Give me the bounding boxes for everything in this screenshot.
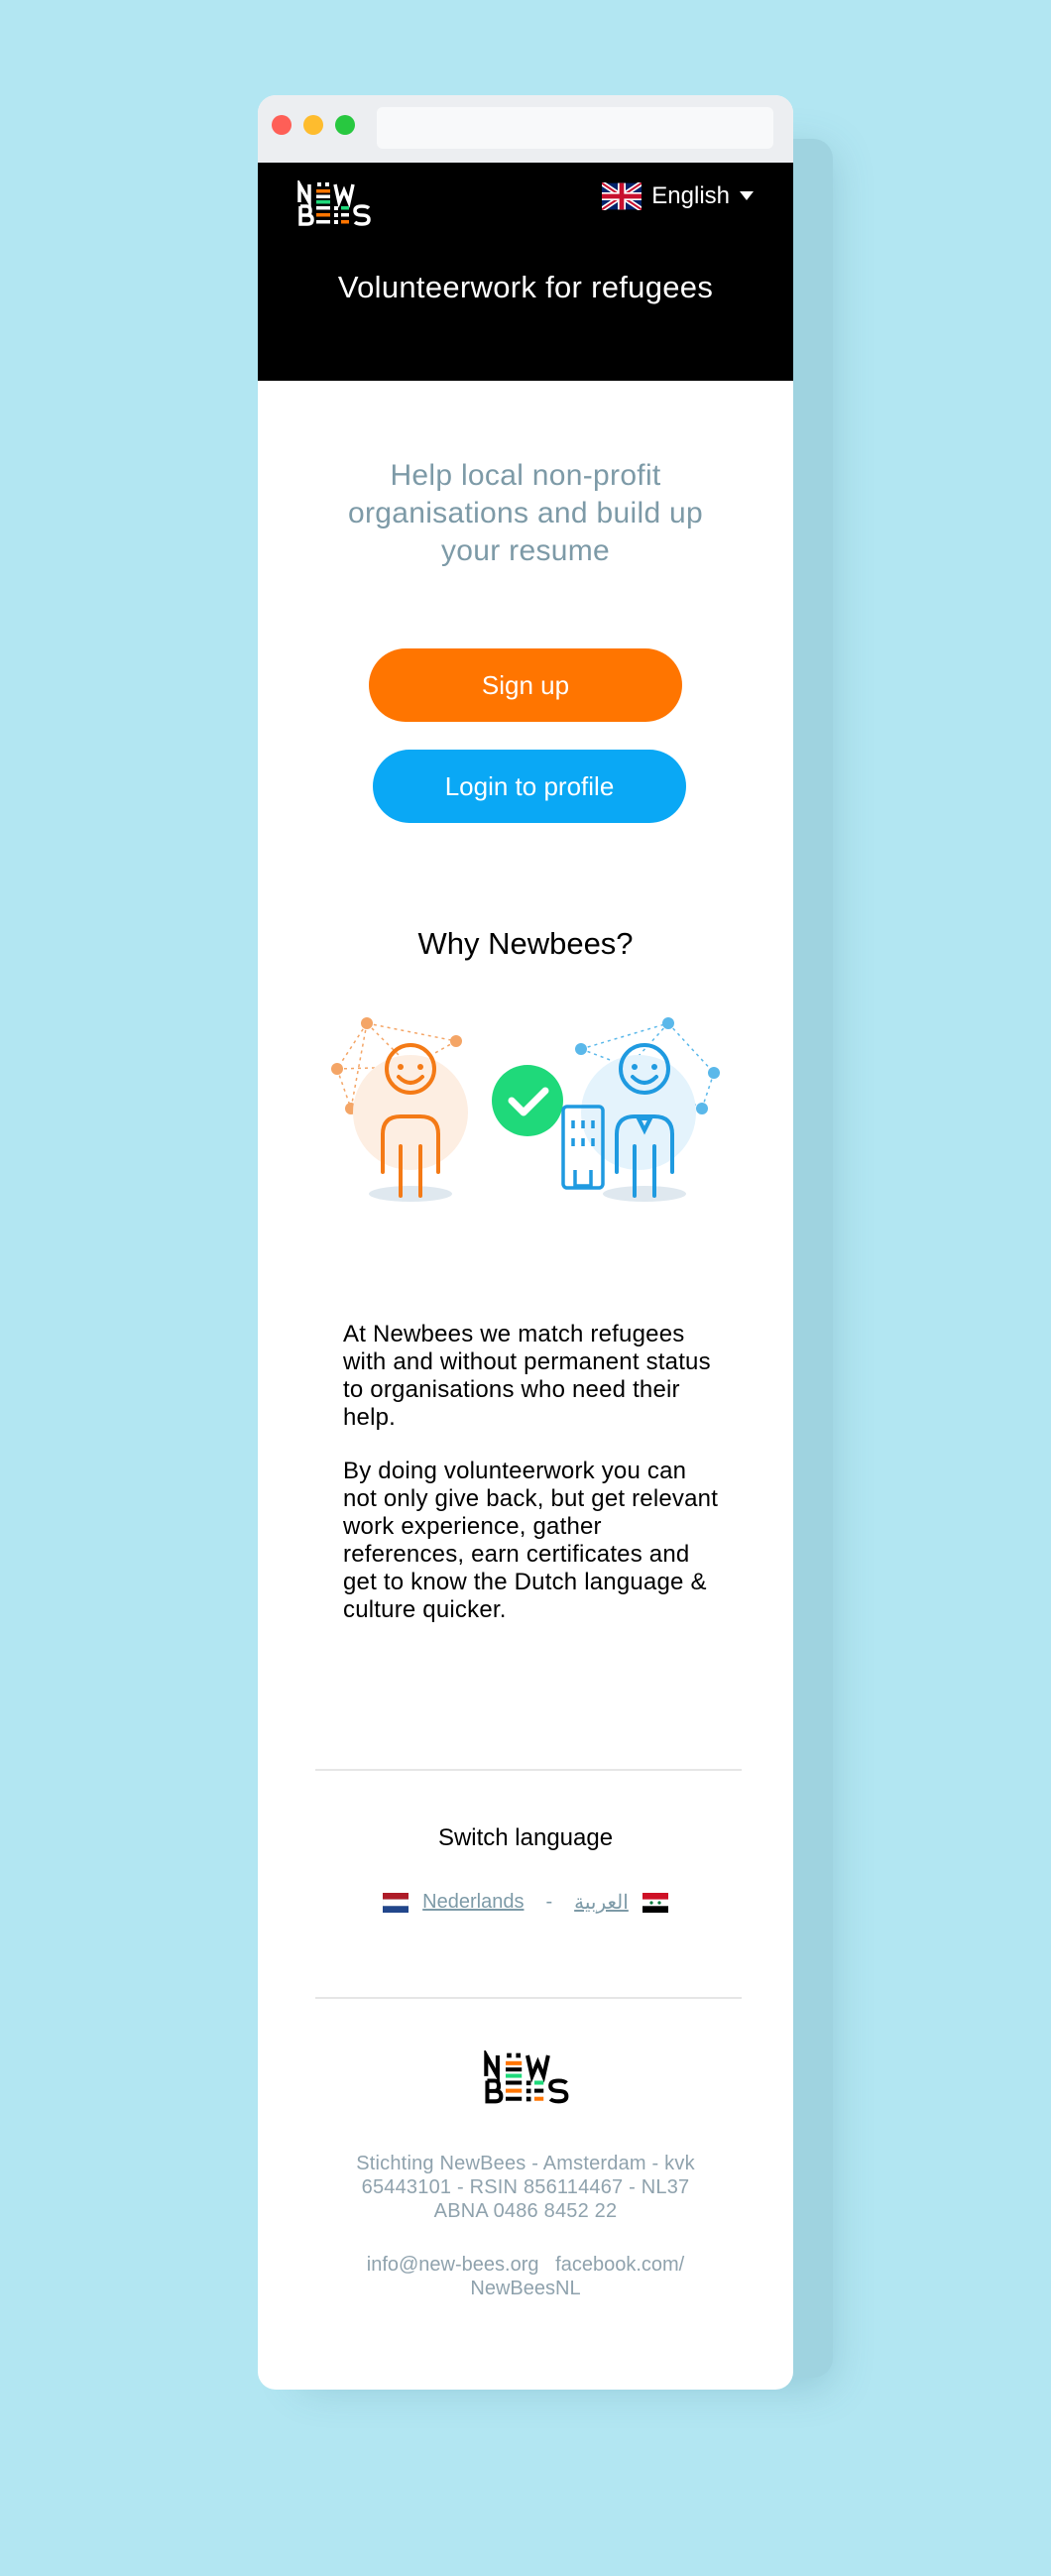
address-bar[interactable] xyxy=(377,107,773,149)
browser-window: English Volunteerwork for refugees Help … xyxy=(258,95,793,2390)
why-heading: Why Newbees? xyxy=(417,926,634,961)
hero-tagline: Help local non-profit organisations and … xyxy=(347,459,704,567)
site-header: English Volunteerwork for refugees xyxy=(258,163,793,381)
language-links: Nederlands - العربية xyxy=(258,1890,793,1915)
language-label: English xyxy=(651,182,730,209)
switch-language-heading: Switch language xyxy=(437,1824,614,1851)
uk-flag-icon xyxy=(602,182,642,210)
divider xyxy=(315,1769,742,1771)
lang-label-arabic: العربية xyxy=(574,1892,629,1914)
about-paragraph-2: By doing volunteerwork you can not only … xyxy=(343,1458,719,1623)
match-circle xyxy=(492,1065,563,1136)
close-window-button[interactable] xyxy=(272,115,292,135)
matching-illustration xyxy=(331,1017,720,1202)
minimize-window-button[interactable] xyxy=(303,115,323,135)
lang-separator: - xyxy=(545,1891,553,1913)
netherlands-flag-icon xyxy=(383,1892,409,1913)
lang-link-dutch[interactable]: Nederlands xyxy=(383,1891,524,1914)
footer-contact: info@new-bees.org facebook.com/ NewBeesN… xyxy=(337,2253,714,2300)
page-title: Volunteerwork for refugees xyxy=(337,270,714,304)
lang-label-dutch: Nederlands xyxy=(422,1891,525,1913)
divider xyxy=(315,1997,742,1999)
language-selector[interactable]: English xyxy=(602,182,754,210)
footer-company-info: Stichting NewBees - Amsterdam - kvk 6544… xyxy=(356,2153,695,2222)
maximize-window-button[interactable] xyxy=(335,115,355,135)
email-link[interactable]: info@new-bees.org xyxy=(367,2254,539,2276)
caret-down-icon xyxy=(740,191,754,200)
newbees-logo[interactable] xyxy=(297,180,373,226)
login-button[interactable]: Login to profile xyxy=(373,750,686,823)
signup-button[interactable]: Sign up xyxy=(369,648,682,722)
about-paragraph-1: At Newbees we match refugees with and wi… xyxy=(343,1321,711,1431)
browser-chrome xyxy=(258,95,793,163)
syria-flag-icon xyxy=(642,1892,668,1913)
lang-link-arabic[interactable]: العربية xyxy=(574,1890,668,1915)
newbees-footer-logo xyxy=(484,2050,569,2104)
